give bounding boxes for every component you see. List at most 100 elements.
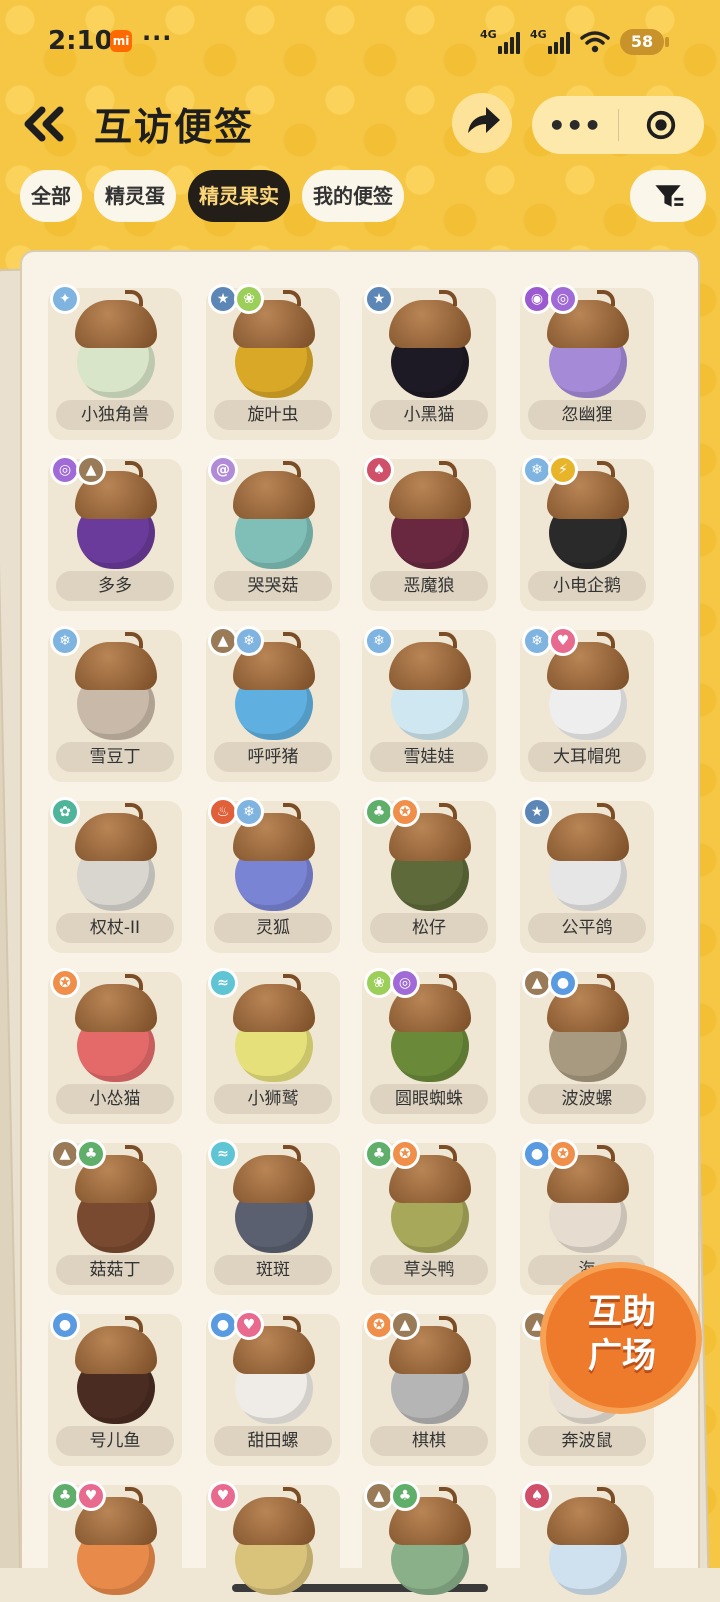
fruit-name: 忽幽狸 [528, 400, 646, 430]
fruit-card[interactable]: ✿ 权杖-II [48, 797, 182, 953]
back-button[interactable] [20, 100, 72, 148]
acorn-fruit-icon [229, 974, 319, 1084]
acorn-fruit-icon [229, 1145, 319, 1255]
fruit-card[interactable]: ★ ❀ 旋叶虫 [206, 284, 340, 440]
fruit-card[interactable]: ≈ 小狮鹫 [206, 968, 340, 1124]
fruit-name: 权杖-II [56, 913, 174, 943]
fruit-card[interactable]: ▲ ♣ 菇菇丁 [48, 1139, 182, 1295]
swirl-type-icon: @ [208, 455, 238, 485]
type-badges: ❄ [364, 626, 394, 656]
fruit-card[interactable]: ◉ ◎ 忽幽狸 [520, 284, 654, 440]
status-bar: 2:10 mi ··· 4G 4G 58 [0, 0, 720, 84]
status-more-dots: ··· [142, 24, 173, 52]
fruit-card[interactable]: ♨ ❄ 灵狐 [206, 797, 340, 953]
acorn-fruit-icon [71, 461, 161, 571]
grass-type-icon: ♣ [76, 1139, 106, 1169]
fruit-card[interactable]: ❄ ⚡ 小电企鹅 [520, 455, 654, 611]
fruit-name: 灵狐 [214, 913, 332, 943]
wifi-icon [580, 30, 610, 54]
acorn-fruit-icon [229, 290, 319, 400]
type-badges: ♨ ❄ [208, 797, 264, 827]
fruit-card[interactable]: ♠ 恶魔狼 [362, 455, 496, 611]
signal-icon: 4G [530, 28, 570, 54]
ice-type-icon: ❄ [234, 626, 264, 656]
tab-eggs[interactable]: 精灵蛋 [94, 170, 176, 222]
type-badges: ▲ ● [522, 968, 578, 998]
type-badges: ▲ ♣ [50, 1139, 106, 1169]
more-dots-icon: ••• [547, 108, 602, 142]
tab-fruits[interactable]: 精灵果实 [188, 170, 290, 222]
fruit-card[interactable]: ❄ 雪娃娃 [362, 626, 496, 782]
acorn-fruit-icon [71, 974, 161, 1084]
fruit-card[interactable]: ✦ 小独角兽 [48, 284, 182, 440]
fruit-name: 小怂猫 [56, 1084, 174, 1114]
type-badges: ✪ ▲ [364, 1310, 420, 1340]
fruit-name: 小独角兽 [56, 400, 174, 430]
water-type-icon: ● [50, 1310, 80, 1340]
acorn-fruit-icon [385, 290, 475, 400]
fruit-name: 小黑猫 [370, 400, 488, 430]
ice-type-icon: ✦ [50, 284, 80, 314]
category-tabs: 全部 精灵蛋 精灵果实 我的便签 [20, 170, 404, 222]
fruit-name: 呼呼猪 [214, 742, 332, 772]
type-badges: ★ [364, 284, 394, 314]
type-badges: ❀ ◎ [364, 968, 420, 998]
filter-icon [655, 185, 684, 207]
fruit-name: 小狮鹫 [214, 1084, 332, 1114]
fruit-card[interactable]: ★ 小黑猫 [362, 284, 496, 440]
target-close-icon [647, 110, 676, 140]
fruit-card[interactable]: ❀ ◎ 圆眼蜘蛛 [362, 968, 496, 1124]
fruit-card[interactable]: ▲ ❄ 呼呼猪 [206, 626, 340, 782]
fruit-card[interactable]: ❄ 雪豆丁 [48, 626, 182, 782]
fruit-card[interactable]: ● ♥ 甜田螺 [206, 1310, 340, 1466]
fruit-card[interactable]: ✪ 小怂猫 [48, 968, 182, 1124]
fruit-name: 旋叶虫 [214, 400, 332, 430]
fighter-type-icon: ✪ [548, 1139, 578, 1169]
type-badges: ● ✪ [522, 1139, 578, 1169]
fruit-name: 哭哭菇 [214, 571, 332, 601]
fruit-card[interactable]: ▲ ● 波波螺 [520, 968, 654, 1124]
fruit-name: 甜田螺 [214, 1426, 332, 1456]
fruit-card[interactable]: @ 哭哭菇 [206, 455, 340, 611]
tab-all[interactable]: 全部 [20, 170, 82, 222]
more-button[interactable]: ••• [532, 96, 618, 154]
acorn-fruit-icon [543, 632, 633, 742]
fruit-card[interactable]: ◎ ▲ 多多 [48, 455, 182, 611]
star-type-icon: ★ [364, 284, 394, 314]
fruit-card[interactable]: ❄ ♥ 大耳帽兜 [520, 626, 654, 782]
earth-type-icon: ▲ [390, 1310, 420, 1340]
fruit-name: 松仔 [370, 913, 488, 943]
mini-program-capsule: ••• [532, 96, 704, 154]
heart-type-icon: ♥ [234, 1310, 264, 1340]
type-badges: ❄ ♥ [522, 626, 578, 656]
fruit-card[interactable]: ♣ ✪ 草头鸭 [362, 1139, 496, 1295]
close-button[interactable] [619, 96, 705, 154]
tab-my-notes[interactable]: 我的便签 [302, 170, 404, 222]
help-square-label: 互助 广场 [588, 1292, 656, 1376]
fruit-name: 菇菇丁 [56, 1255, 174, 1285]
type-badges: ✿ [50, 797, 80, 827]
acorn-fruit-icon [385, 1145, 475, 1255]
acorn-fruit-icon [229, 803, 319, 913]
fruit-card[interactable]: ★ 公平鸽 [520, 797, 654, 953]
share-button[interactable] [452, 93, 512, 153]
fruit-card[interactable]: ♣ ✪ 松仔 [362, 797, 496, 953]
star-type-icon: ★ [522, 797, 552, 827]
fruit-card[interactable]: ≈ 斑斑 [206, 1139, 340, 1295]
wind-type-icon: ≈ [208, 1139, 238, 1169]
type-badges: ♥ [208, 1481, 238, 1511]
type-badges: ❄ [50, 626, 80, 656]
ice-type-icon: ❄ [50, 626, 80, 656]
acorn-fruit-icon [385, 974, 475, 1084]
mech-type-icon: ✿ [50, 797, 80, 827]
fruit-name: 奔波鼠 [528, 1426, 646, 1456]
filter-button[interactable] [630, 170, 706, 222]
demon-type-icon: ♠ [522, 1481, 552, 1511]
psychic-type-icon: ◎ [548, 284, 578, 314]
fruit-name: 棋棋 [370, 1426, 488, 1456]
fruit-card[interactable]: ✪ ▲ 棋棋 [362, 1310, 496, 1466]
help-square-button[interactable]: 互助 广场 [546, 1268, 696, 1408]
fruit-card[interactable]: ● 号儿鱼 [48, 1310, 182, 1466]
fruit-name: 恶魔狼 [370, 571, 488, 601]
type-badges: ▲ [522, 1310, 552, 1340]
